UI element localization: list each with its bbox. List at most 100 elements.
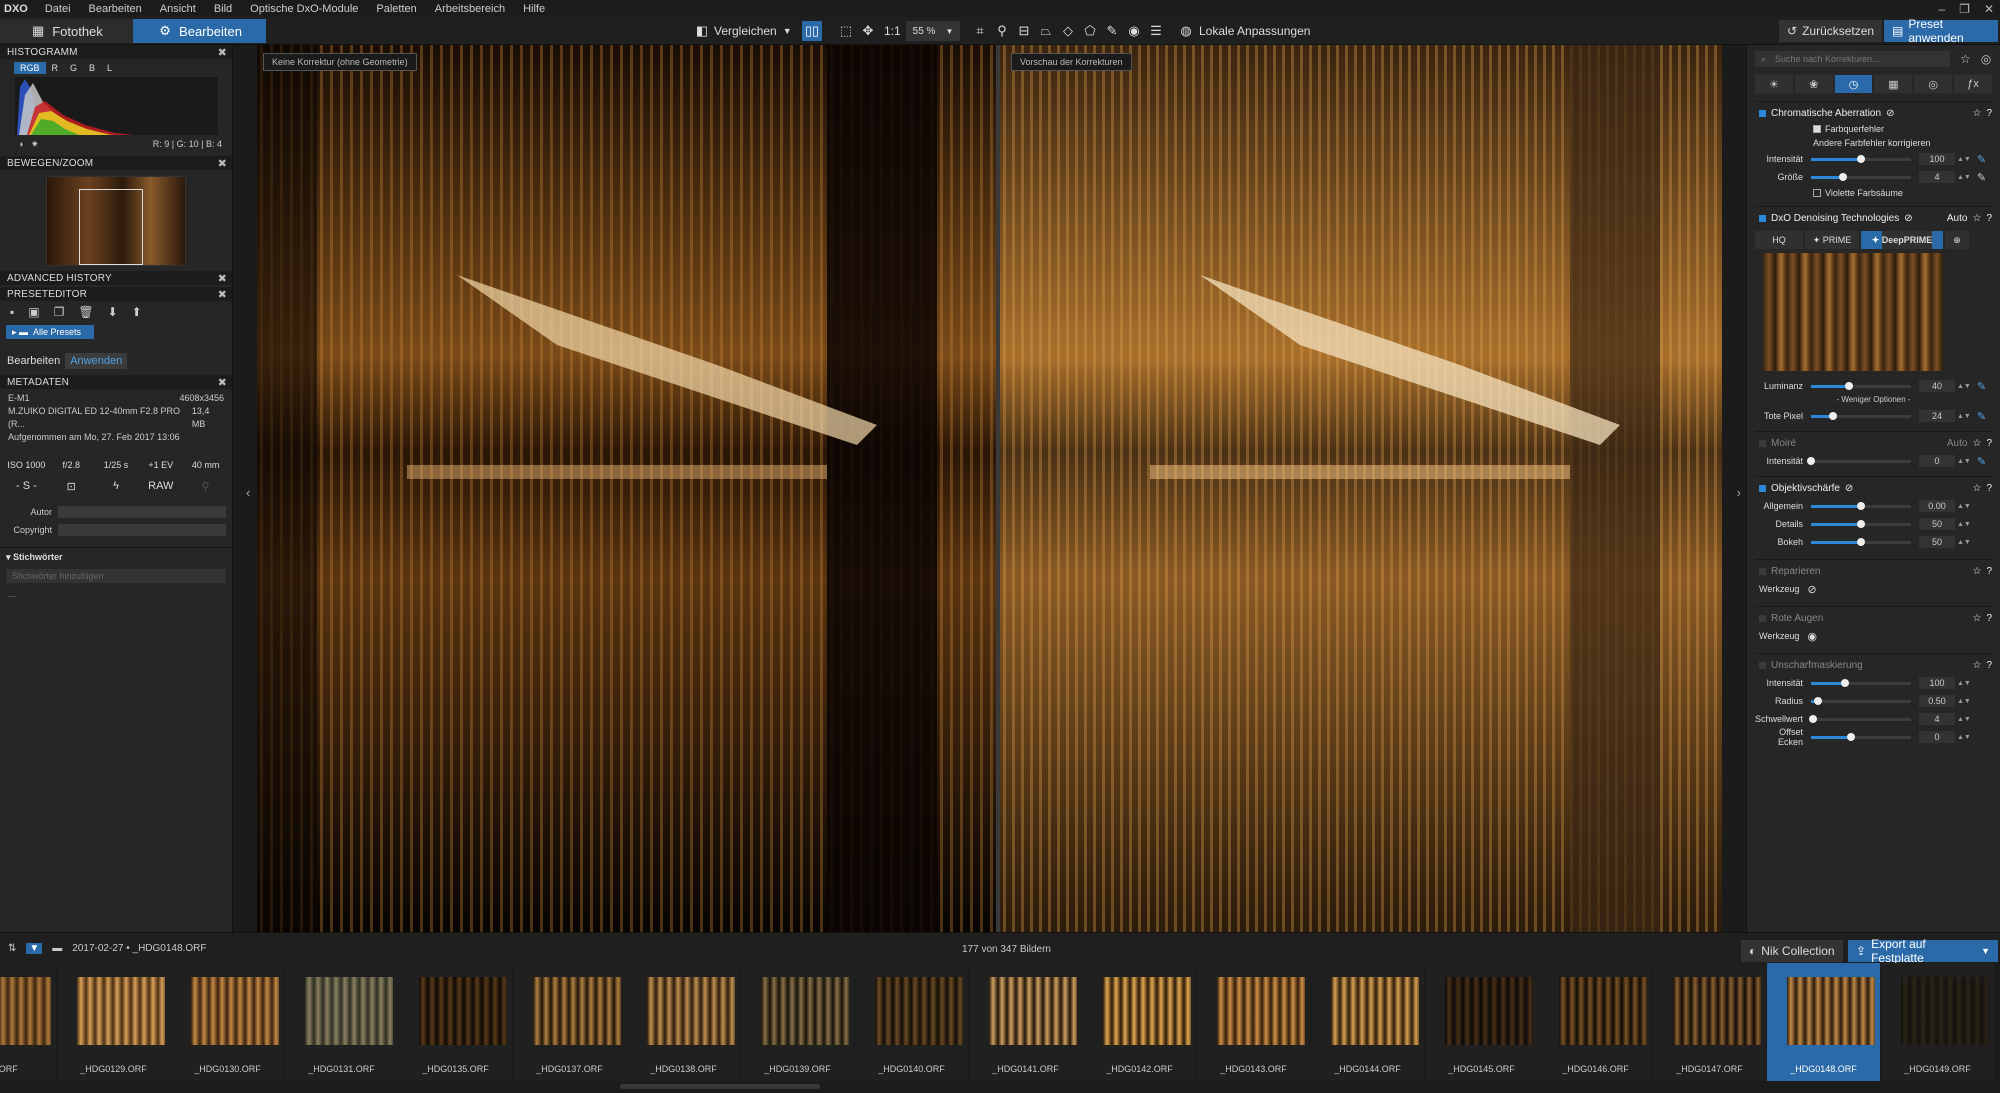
spinner-icon[interactable]: ▲▼ xyxy=(1957,680,1971,687)
fewer-options-toggle[interactable]: - Weniger Optionen - xyxy=(1755,395,1992,407)
tab-light-icon[interactable]: ☀ xyxy=(1755,75,1793,93)
eye-icon[interactable]: ◉ xyxy=(1807,630,1817,643)
slider-knob[interactable] xyxy=(1807,456,1815,465)
channel-l[interactable]: L xyxy=(101,62,118,74)
help-icon[interactable]: ? xyxy=(1986,566,1992,577)
apply-preset-button[interactable]: ▤ Preset anwenden xyxy=(1884,17,1998,45)
mode-prime[interactable]: ✦ PRIME xyxy=(1805,231,1859,249)
slider-knob[interactable] xyxy=(1857,537,1865,546)
checkbox-unchecked[interactable] xyxy=(1813,189,1821,197)
ca-size-slider[interactable] xyxy=(1811,172,1911,181)
compare-button[interactable]: ◧ Vergleichen ▼ xyxy=(694,21,792,41)
lens-sharpness-header[interactable]: Objektivschärfe ⊘ ☆ ? xyxy=(1755,479,1992,497)
spinner-icon[interactable]: ▲▼ xyxy=(1957,156,1971,163)
star-icon[interactable]: ☆ xyxy=(1972,213,1981,224)
visibility-icon[interactable]: ⊘ xyxy=(1845,483,1853,494)
menu-bild[interactable]: Bild xyxy=(205,3,241,15)
spinner-icon[interactable]: ▲▼ xyxy=(1957,383,1971,390)
maximize-icon[interactable]: ❐ xyxy=(1959,2,1970,16)
duplicate-preset-icon[interactable]: ❐ xyxy=(54,305,65,319)
export-preset-icon[interactable]: ⬆ xyxy=(132,305,142,319)
picker-icon[interactable]: ✎ xyxy=(1977,380,1986,393)
filmstrip-thumbnail[interactable]: _HDG0139.ORF xyxy=(741,963,854,1081)
star-icon[interactable]: ☆ xyxy=(1960,52,1971,66)
unsharp-mask-header[interactable]: Unscharfmaskierung ☆ ? xyxy=(1755,656,1992,674)
slider-knob[interactable] xyxy=(1857,154,1865,163)
corner-offset-slider[interactable] xyxy=(1811,732,1911,741)
copyright-input[interactable] xyxy=(58,524,226,536)
histogram-toggle-icons[interactable]: ◑ ✷ xyxy=(18,139,38,150)
visibility-icon[interactable]: ⊘ xyxy=(1904,213,1912,224)
details-slider[interactable] xyxy=(1811,519,1911,528)
visibility-icon[interactable]: ⊘ xyxy=(1886,108,1894,119)
slider-knob[interactable] xyxy=(1845,381,1853,390)
star-icon[interactable]: ☆ xyxy=(1972,613,1981,624)
slider-knob[interactable] xyxy=(1841,678,1849,687)
split-view-button[interactable]: ▯▯ xyxy=(802,21,822,41)
redeye-tool[interactable]: ◉ xyxy=(1126,21,1142,41)
mode-deepprime[interactable]: ✦ DeepPRIME xyxy=(1861,231,1943,249)
spinner-icon[interactable]: ▲▼ xyxy=(1957,458,1971,465)
slider-knob[interactable] xyxy=(1857,519,1865,528)
help-icon[interactable]: ? xyxy=(1986,613,1992,624)
menu-ansicht[interactable]: Ansicht xyxy=(151,3,205,15)
tab-bearbeiten-preset[interactable]: Bearbeiten xyxy=(2,353,65,369)
close-icon[interactable]: ✖ xyxy=(218,157,227,170)
mode-hq[interactable]: HQ xyxy=(1755,231,1803,249)
close-icon[interactable]: ✖ xyxy=(218,288,227,301)
auto-label[interactable]: Auto xyxy=(1947,438,1968,449)
picker-icon[interactable]: ✎ xyxy=(1977,410,1986,423)
corner-offset-value[interactable]: 0 xyxy=(1919,731,1955,743)
redeye-header[interactable]: Rote Augen ☆ ? xyxy=(1755,609,1992,627)
filter-icon[interactable]: ▼ xyxy=(26,943,43,954)
local-adjustments-button[interactable]: ◍ Lokale Anpassungen xyxy=(1178,21,1310,41)
zoom-frame[interactable] xyxy=(79,189,143,265)
author-input[interactable] xyxy=(58,506,226,518)
menu-hilfe[interactable]: Hilfe xyxy=(514,3,554,15)
minimize-icon[interactable]: – xyxy=(1938,2,1945,16)
close-icon[interactable]: ✕ xyxy=(1984,2,1994,16)
delete-preset-icon[interactable]: 🗑 xyxy=(78,305,93,319)
bokeh-value[interactable]: 50 xyxy=(1919,536,1955,548)
filmstrip-thumbnail[interactable]: _HDG0145.ORF xyxy=(1425,963,1538,1081)
close-icon[interactable]: ✖ xyxy=(218,376,227,389)
scrollbar-thumb[interactable] xyxy=(620,1084,820,1089)
lateral-ca-checkbox[interactable]: Farbquerfehler xyxy=(1755,122,1992,136)
slider-knob[interactable] xyxy=(1857,501,1865,510)
ca-intensity-slider[interactable] xyxy=(1811,154,1911,163)
channel-rgb[interactable]: RGB xyxy=(14,62,46,74)
tab-detail-icon[interactable]: ◷ xyxy=(1834,75,1873,93)
purple-fringe-checkbox[interactable]: Violette Farbsäume xyxy=(1755,186,1992,200)
ratio-button[interactable]: 1:1 xyxy=(884,21,901,41)
unsharp-intensity-slider[interactable] xyxy=(1811,678,1911,687)
collapse-right-icon[interactable]: › xyxy=(1737,485,1741,500)
new-preset-from-image-icon[interactable]: ▣ xyxy=(28,305,39,319)
chromatic-aberration-header[interactable]: Chromatische Aberration ⊘ ☆ ? xyxy=(1755,104,1992,122)
repair-tool[interactable]: ✎ xyxy=(1104,21,1120,41)
filmstrip-scrollbar[interactable] xyxy=(0,1081,2000,1093)
keywords-input[interactable]: Stichwörter hinzufügen xyxy=(6,569,226,583)
tab-color-icon[interactable]: ❀ xyxy=(1794,75,1833,93)
menu-arbeitsbereich[interactable]: Arbeitsbereich xyxy=(426,3,514,15)
moire-intensity-value[interactable]: 0 xyxy=(1919,455,1955,467)
radius-slider[interactable] xyxy=(1811,696,1911,705)
nik-collection-button[interactable]: ◐ Nik Collection xyxy=(1741,940,1843,962)
eye-icon[interactable]: ◎ xyxy=(1981,52,1991,66)
close-icon[interactable]: ✖ xyxy=(218,272,227,285)
preview-image[interactable] xyxy=(1000,45,1722,932)
repair-header[interactable]: Reparieren ☆ ? xyxy=(1755,562,1992,580)
unsharp-intensity-value[interactable]: 100 xyxy=(1919,677,1955,689)
new-preset-icon[interactable]: ▪ xyxy=(10,305,14,319)
spinner-icon[interactable]: ▲▼ xyxy=(1957,539,1971,546)
details-value[interactable]: 50 xyxy=(1919,518,1955,530)
filmstrip-thumbnail[interactable]: _HDG0129.ORF xyxy=(57,963,170,1081)
menu-paletten[interactable]: Paletten xyxy=(367,3,425,15)
volume-deformation-tool[interactable]: ⬠ xyxy=(1082,21,1098,41)
menu-bearbeiten[interactable]: Bearbeiten xyxy=(80,3,151,15)
picker-icon[interactable]: ✎ xyxy=(1977,455,1986,468)
luminance-value[interactable]: 40 xyxy=(1919,380,1955,392)
horizon-tool[interactable]: ⊟ xyxy=(1016,21,1032,41)
enable-toggle[interactable] xyxy=(1759,109,1766,117)
eyedropper-tool[interactable]: ⚲ xyxy=(994,21,1010,41)
keywords-more[interactable]: ... xyxy=(0,585,232,603)
